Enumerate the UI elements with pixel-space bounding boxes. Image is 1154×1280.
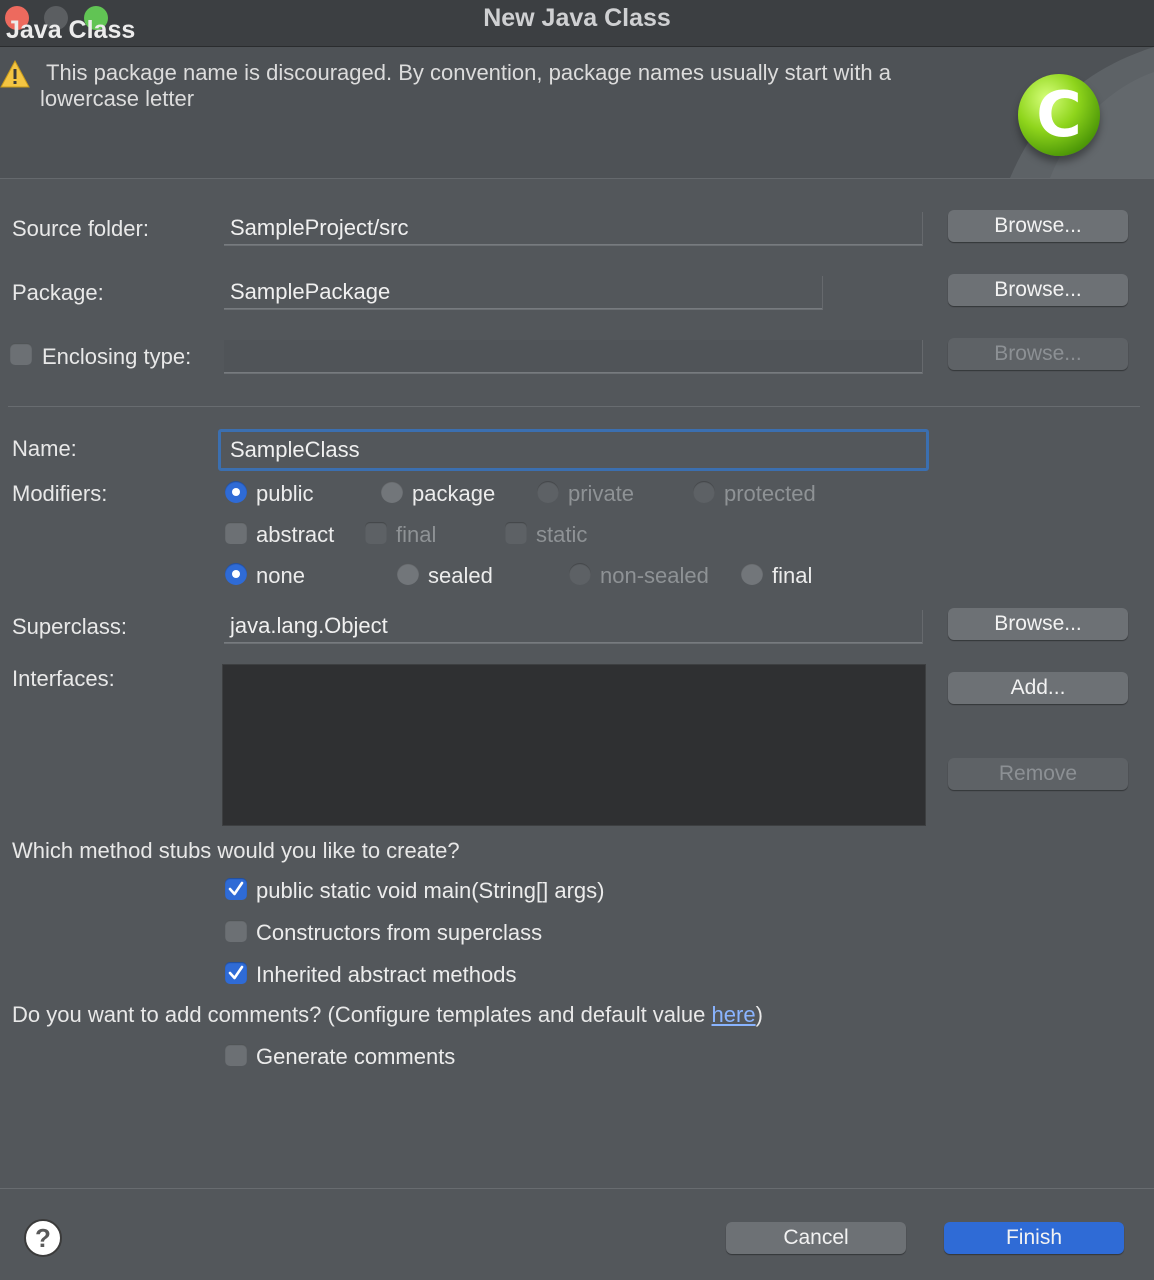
java-class-logo-icon: C — [1018, 74, 1100, 156]
window-title: New Java Class — [483, 4, 671, 32]
stub-constructors-checkbox[interactable] — [225, 920, 247, 942]
finish-button[interactable]: Finish — [944, 1222, 1124, 1254]
interfaces-label: Interfaces: — [12, 666, 115, 691]
checkmark-icon — [228, 965, 244, 980]
modifier-public-radio[interactable] — [225, 481, 247, 503]
superclass-input[interactable]: java.lang.Object — [224, 610, 923, 644]
configure-templates-link[interactable]: here — [712, 1002, 756, 1027]
help-icon[interactable]: ? — [23, 1218, 63, 1258]
warning-icon — [0, 60, 30, 88]
generate-comments-label: Generate comments — [256, 1044, 456, 1069]
modifiers-label: Modifiers: — [12, 481, 108, 506]
sealing-sealed-label: sealed — [428, 563, 493, 588]
enclosing-type-checkbox[interactable] — [10, 343, 32, 365]
stub-inherited-label: Inherited abstract methods — [256, 962, 517, 987]
package-browse-button[interactable]: Browse... — [948, 274, 1128, 306]
sealing-final-radio[interactable] — [741, 563, 763, 585]
modifier-package-radio[interactable] — [381, 481, 403, 503]
svg-text:?: ? — [35, 1223, 51, 1253]
sealing-final-label: final — [772, 563, 813, 588]
modifier-final-label: final — [396, 522, 437, 547]
enclosing-type-label: Enclosing type: — [42, 344, 192, 369]
modifier-static-checkbox[interactable] — [505, 522, 527, 544]
name-input[interactable]: SampleClass — [218, 429, 929, 471]
source-folder-browse-button[interactable]: Browse... — [948, 210, 1128, 242]
stub-main-checkbox[interactable] — [225, 878, 247, 900]
sealing-sealed-radio[interactable] — [397, 563, 419, 585]
method-stubs-question: Which method stubs would you like to cre… — [12, 838, 460, 863]
stub-inherited-checkbox[interactable] — [225, 962, 247, 984]
package-input[interactable]: SamplePackage — [224, 276, 823, 310]
comments-question-text: Do you want to add comments? (Configure … — [12, 1002, 712, 1027]
package-label: Package: — [12, 280, 104, 305]
modifier-private-radio[interactable] — [537, 481, 559, 503]
sealing-none-label: none — [256, 563, 305, 588]
sealing-none-radio[interactable] — [225, 563, 247, 585]
checkmark-icon — [228, 881, 244, 896]
modifier-protected-label: protected — [724, 481, 816, 506]
generate-comments-checkbox[interactable] — [225, 1044, 247, 1066]
cancel-button[interactable]: Cancel — [726, 1222, 906, 1254]
interfaces-list[interactable] — [222, 664, 926, 826]
footer-divider — [0, 1188, 1154, 1189]
modifier-protected-radio[interactable] — [693, 481, 715, 503]
enclosing-type-input[interactable] — [224, 340, 923, 374]
wizard-title: Java Class — [6, 16, 136, 44]
stub-main-label: public static void main(String[] args) — [256, 878, 605, 903]
source-folder-input[interactable]: SampleProject/src — [224, 212, 923, 246]
add-interface-button[interactable]: Add... — [948, 672, 1128, 704]
modifier-abstract-checkbox[interactable] — [225, 522, 247, 544]
section-divider — [8, 406, 1140, 407]
modifier-public-label: public — [256, 481, 314, 506]
sealing-non-sealed-radio[interactable] — [569, 563, 591, 585]
superclass-browse-button[interactable]: Browse... — [948, 608, 1128, 640]
superclass-label: Superclass: — [12, 614, 127, 639]
enclosing-type-browse-button[interactable]: Browse... — [948, 338, 1128, 370]
modifier-static-label: static — [536, 522, 588, 547]
modifier-final-checkbox[interactable] — [365, 522, 387, 544]
remove-interface-button[interactable]: Remove — [948, 758, 1128, 790]
warning-message: This package name is discouraged. By con… — [40, 60, 892, 111]
name-label: Name: — [12, 436, 77, 461]
source-folder-label: Source folder: — [12, 216, 149, 241]
modifier-private-label: private — [568, 481, 635, 506]
comments-question-suffix: ) — [755, 1002, 763, 1027]
stub-constructors-label: Constructors from superclass — [256, 920, 543, 945]
modifier-package-label: package — [412, 481, 496, 506]
comments-question: Do you want to add comments? (Configure … — [12, 1002, 763, 1028]
modifier-abstract-label: abstract — [256, 522, 335, 547]
sealing-non-sealed-label: non-sealed — [600, 563, 709, 588]
